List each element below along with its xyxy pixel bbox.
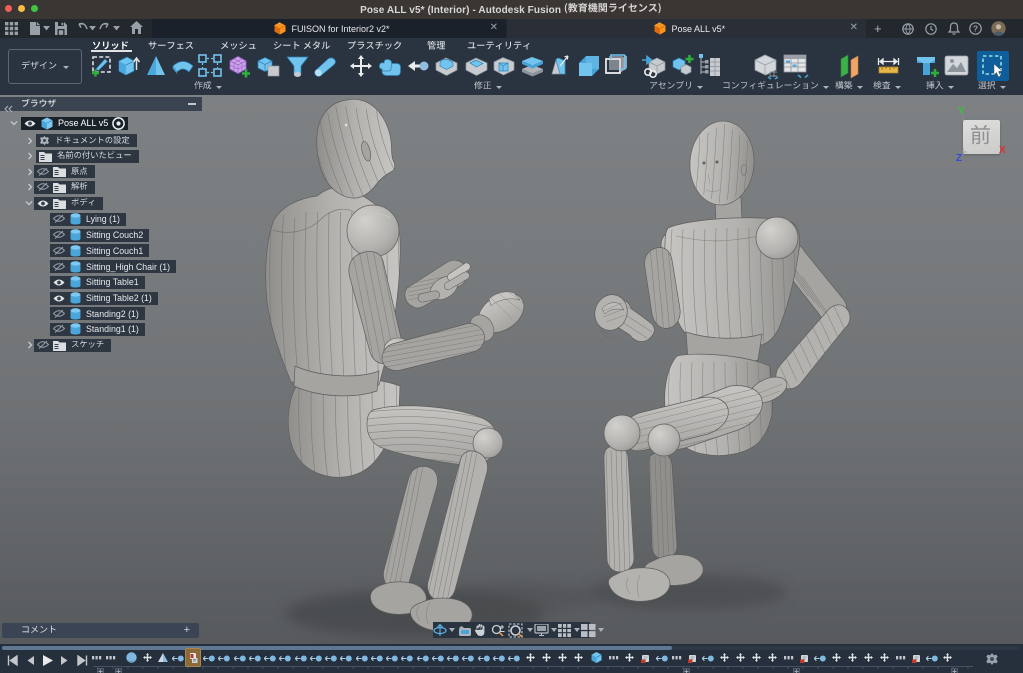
svg-text:?: ?: [973, 23, 978, 33]
